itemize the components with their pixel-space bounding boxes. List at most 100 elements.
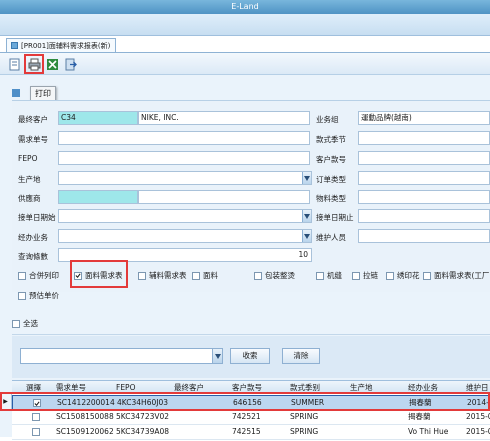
customer-style-label: 客户款号 [316, 155, 346, 164]
option-label: 预估单价 [29, 291, 59, 300]
option-label: 机缝 [327, 271, 342, 280]
col-season[interactable]: 款式季别 [290, 381, 320, 394]
origin-dropdown[interactable] [58, 171, 312, 185]
cell-demand-no: SC1412200014 [57, 398, 115, 407]
search-button[interactable]: 收索 [230, 348, 270, 364]
fepo-field[interactable] [58, 151, 310, 165]
option-fabric-demand[interactable]: 面料需求表 [74, 270, 123, 281]
checkbox[interactable] [423, 271, 431, 280]
row-checkbox[interactable] [32, 410, 43, 426]
new-doc-icon [9, 58, 19, 70]
order-date-to-field[interactable] [358, 209, 490, 223]
checkbox[interactable] [74, 271, 82, 280]
clear-button[interactable]: 清除 [282, 348, 320, 364]
fepo-label: FEPO [18, 154, 38, 163]
results-grid: 選擇 需求单号 FEPO 最终客户 客户款号 款式季别 生产地 经办业务 维护日… [12, 380, 490, 440]
supplier-name-field[interactable] [138, 190, 310, 204]
table-row[interactable]: SC1509120062 5KC34739A08 742515 SPRING V… [12, 425, 490, 440]
agent-dropdown[interactable] [58, 229, 312, 243]
option-packing[interactable]: 包装整烫 [254, 270, 295, 281]
option-accessory-demand[interactable]: 辅料需求表 [138, 270, 187, 281]
col-origin[interactable]: 生产地 [350, 381, 373, 394]
chevron-down-icon[interactable] [302, 210, 311, 222]
cell-style: 646156 [233, 398, 262, 407]
customer-style-field[interactable] [358, 151, 490, 165]
col-select[interactable]: 選擇 [26, 381, 41, 394]
table-row[interactable]: SC1412200014 4KC34H60J03 646156 SUMMER 揭… [12, 395, 490, 410]
checkbox[interactable] [316, 271, 324, 280]
cell-demand-no: SC1508150088 [56, 412, 114, 421]
window-title: E-Land [0, 0, 490, 14]
chevron-down-icon[interactable] [302, 230, 311, 242]
option-label: 拉链 [363, 271, 378, 280]
customer-label: 最终客户 [18, 115, 48, 124]
option-machine-sew[interactable]: 机缝 [316, 270, 342, 281]
agent-label: 经办业务 [18, 233, 48, 242]
option-label: 绣印花 [397, 271, 420, 280]
maintainer-label: 维护人员 [316, 233, 346, 242]
print-icon [28, 58, 40, 70]
supplier-code-field[interactable] [58, 190, 138, 204]
chevron-down-icon[interactable] [302, 172, 311, 184]
cell-season: SUMMER [291, 398, 325, 407]
option-estimated-price[interactable]: 预估单价 [18, 290, 59, 301]
select-all[interactable]: 全选 [12, 318, 38, 329]
demand-no-field[interactable] [58, 131, 310, 145]
col-customer[interactable]: 最终客户 [174, 381, 204, 394]
row-checkbox[interactable] [32, 425, 43, 441]
row-pointer-icon: ▶ [0, 394, 12, 409]
print-button[interactable] [24, 54, 44, 74]
exit-button[interactable] [62, 56, 78, 72]
cell-fepo: 5KC34723V02 [116, 412, 170, 421]
order-type-label: 订单类型 [316, 175, 346, 184]
search-input[interactable] [20, 348, 216, 364]
divider [12, 334, 490, 335]
col-demand-no[interactable]: 需求单号 [56, 381, 86, 394]
new-button[interactable] [6, 56, 22, 72]
collapse-icon[interactable] [12, 89, 20, 97]
excel-export-button[interactable] [44, 56, 60, 72]
excel-export-icon [46, 58, 58, 70]
option-fabric-demand-factory[interactable]: 面料需求表(工厂 [423, 270, 489, 281]
option-fabric[interactable]: 面料 [192, 270, 218, 281]
customer-code-field[interactable]: C34 [58, 111, 138, 125]
option-label: 辅料需求表 [149, 271, 187, 280]
document-icon [11, 42, 18, 49]
checkbox[interactable] [386, 271, 394, 280]
checkbox[interactable] [18, 291, 26, 300]
season-field[interactable] [358, 131, 490, 145]
option-embroidery[interactable]: 绣印花 [386, 270, 420, 281]
business-group-field[interactable]: 運動品牌(越南) [358, 111, 490, 125]
checkbox[interactable] [12, 319, 20, 328]
menu-strip [0, 14, 490, 36]
checkbox[interactable] [254, 271, 262, 280]
option-merge-print[interactable]: 合併列印 [18, 270, 59, 281]
col-agent[interactable]: 经办业务 [408, 381, 438, 394]
search-dropdown[interactable] [212, 348, 223, 364]
col-date[interactable]: 维护日 [466, 381, 489, 394]
origin-label: 生产地 [18, 175, 41, 184]
order-type-field[interactable] [358, 171, 490, 185]
season-label: 款式季节 [316, 135, 346, 144]
query-count-field[interactable]: 10 [58, 248, 312, 262]
tab-report[interactable]: [PR001]面辅料需求报表(新) [6, 38, 116, 52]
checkbox[interactable] [138, 271, 146, 280]
col-fepo[interactable]: FEPO [116, 381, 135, 394]
demand-no-label: 需求单号 [18, 135, 48, 144]
select-all-label: 全选 [23, 319, 38, 328]
checkbox[interactable] [192, 271, 200, 280]
order-date-from-field[interactable] [58, 209, 312, 223]
customer-name-field[interactable]: NIKE, INC. [138, 111, 310, 125]
col-style[interactable]: 客户款号 [232, 381, 262, 394]
option-zipper[interactable]: 拉链 [352, 270, 378, 281]
cell-agent: 揭春蘭 [409, 398, 432, 407]
checkbox[interactable] [352, 271, 360, 280]
checkbox[interactable] [18, 271, 26, 280]
chevron-down-icon [214, 353, 221, 359]
material-type-field[interactable] [358, 190, 490, 204]
table-row[interactable]: SC1508150088 5KC34723V02 742521 SPRING 揭… [12, 410, 490, 425]
order-date-from-label: 接单日期始 [18, 213, 56, 222]
cell-date: 2014- [467, 398, 489, 407]
option-label: 面料 [203, 271, 218, 280]
maintainer-field[interactable] [358, 229, 490, 243]
